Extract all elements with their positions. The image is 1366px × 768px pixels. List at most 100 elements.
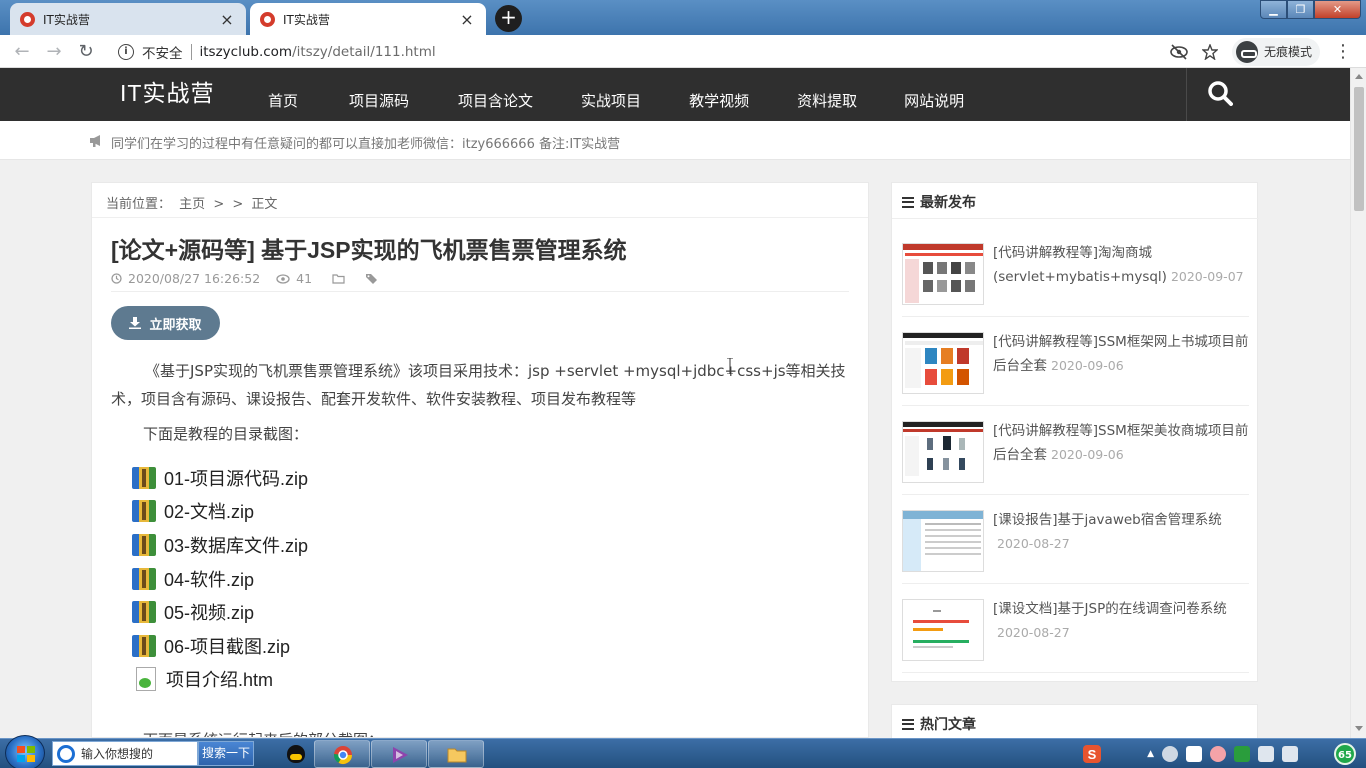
incognito-icon <box>1235 40 1258 63</box>
scrollbar-thumb[interactable] <box>1354 87 1364 211</box>
post-text: [代码讲解教程等]SSM框架美妆商城项目前后台全套 2020-09-06 <box>993 419 1249 467</box>
tray-expand-icon[interactable]: ▲ <box>1147 749 1154 759</box>
browser-menu-icon[interactable]: ⋮ <box>1334 41 1352 62</box>
browser-tab-1[interactable]: IT实战营 × <box>10 3 246 35</box>
eye-slash-icon[interactable] <box>1170 43 1188 60</box>
folder-icon <box>332 273 345 284</box>
taskbar-chrome[interactable] <box>314 740 370 768</box>
post-thumbnail[interactable] <box>902 332 984 394</box>
new-tab-button[interactable]: + <box>495 5 522 32</box>
incognito-label: 无痕模式 <box>1263 45 1312 59</box>
chrome-icon <box>334 746 352 765</box>
forward-button[interactable]: → <box>38 41 70 62</box>
qq-icon[interactable] <box>287 745 305 763</box>
tab-close-icon[interactable]: × <box>218 10 236 29</box>
maximize-window-button[interactable]: ❐ <box>1287 0 1314 19</box>
network-app-icon[interactable] <box>1162 746 1178 762</box>
post-thumbnail[interactable] <box>902 421 984 483</box>
zip-archive-icon <box>132 466 156 489</box>
post-date: 2020-08-27 <box>997 536 1070 551</box>
taskbar-video-app[interactable] <box>371 740 427 768</box>
breadcrumb: 当前位置： 主页 > > 正文 <box>106 193 281 212</box>
bookmark-star-icon[interactable] <box>1201 43 1218 60</box>
post-title-link[interactable]: [代码讲解教程等]淘淘商城(servlet+mybatis+mysql) <box>993 245 1167 285</box>
close-window-button[interactable]: ✕ <box>1314 0 1361 19</box>
toolbar-actions: 无痕模式 ⋮ <box>1170 35 1352 68</box>
file-name: 02-文档.zip <box>164 502 255 523</box>
sogou-ime-icon[interactable]: S <box>1083 745 1102 763</box>
page-scrollbar[interactable] <box>1350 68 1366 738</box>
search-icon[interactable] <box>1207 80 1233 106</box>
windows-taskbar: 输入你想搜的 搜索一下 S ▲ 65 <box>0 735 1366 768</box>
back-button[interactable]: ← <box>6 41 38 62</box>
article-views: 41 <box>296 271 313 286</box>
get-resource-button[interactable]: 立即获取 <box>111 306 220 340</box>
nav-item-source[interactable]: 项目源码 <box>349 90 409 111</box>
post-item[interactable]: [课设文档]基于JSP的在线调查问卷系统 2020-08-27 <box>902 584 1249 673</box>
taskbar-search-button[interactable]: 搜索一下 <box>198 741 254 766</box>
file-item: 01-项目源代码.zip <box>132 461 308 495</box>
article-title: [论文+源码等] 基于JSP实现的飞机票售票管理系统 <box>111 237 627 263</box>
post-thumbnail[interactable] <box>902 599 984 661</box>
start-button[interactable] <box>5 735 45 768</box>
post-title-link[interactable]: [课设文档]基于JSP的在线调查问卷系统 <box>993 601 1227 617</box>
post-item[interactable]: [代码讲解教程等]SSM框架网上书城项目前后台全套 2020-09-06 <box>902 317 1249 406</box>
divider <box>190 43 192 60</box>
file-item: 03-数据库文件.zip <box>132 528 308 562</box>
flag-icon[interactable] <box>1186 746 1202 762</box>
flower-icon[interactable] <box>1210 746 1226 762</box>
file-item: 项目介绍.htm <box>132 663 308 697</box>
list-icon <box>902 196 914 208</box>
volume-icon[interactable] <box>1282 746 1298 762</box>
taskbar-search-input[interactable]: 输入你想搜的 <box>52 741 198 766</box>
post-text: [代码讲解教程等]SSM框架网上书城项目前后台全套 2020-09-06 <box>993 330 1249 378</box>
widget-title: 最新发布 <box>902 192 976 212</box>
article-card: 当前位置： 主页 > > 正文 [论文+源码等] 基于JSP实现的飞机票售票管理… <box>91 182 869 738</box>
breadcrumb-separator: > <box>213 197 225 212</box>
post-text: [代码讲解教程等]淘淘商城(servlet+mybatis+mysql) 2020… <box>993 241 1249 289</box>
scroll-down-icon[interactable] <box>1355 726 1363 731</box>
nav-item-about[interactable]: 网站说明 <box>904 90 964 111</box>
minimize-window-button[interactable]: ▁ <box>1260 0 1287 19</box>
nav-item-home[interactable]: 首页 <box>268 90 298 111</box>
post-item[interactable]: [代码讲解教程等]淘淘商城(servlet+mybatis+mysql) 2020… <box>902 228 1249 317</box>
survey-system-screenshot-thumbnail <box>913 610 969 648</box>
info-icon[interactable]: i <box>118 43 134 60</box>
nav-item-thesis[interactable]: 项目含论文 <box>458 90 533 111</box>
network-icon[interactable] <box>1258 746 1274 762</box>
nav-item-resources[interactable]: 资料提取 <box>797 90 857 111</box>
post-item[interactable]: [课设报告]基于javaweb宿舍管理系统 2020-08-27 <box>902 495 1249 584</box>
dorm-system-screenshot-thumbnail <box>903 511 983 571</box>
post-thumbnail[interactable] <box>902 243 984 305</box>
notice-bar: 同学们在学习的过程中有任意疑问的都可以直接加老师微信：itzy666666 备注… <box>0 121 1350 160</box>
browser-tab-2[interactable]: IT实战营 × <box>250 3 486 35</box>
windows-logo-icon <box>17 746 35 762</box>
security-label[interactable]: 不安全 <box>142 42 183 62</box>
site-logo[interactable]: IT实战营 <box>120 74 214 108</box>
download-icon <box>129 317 142 329</box>
post-title-link[interactable]: [课设报告]基于javaweb宿舍管理系统 <box>993 512 1222 528</box>
post-date: 2020-09-06 <box>1051 447 1124 462</box>
scroll-up-icon[interactable] <box>1355 74 1363 79</box>
address-bar[interactable]: i 不安全 itszyclub.com/itszy/detail/111.htm… <box>110 39 1230 64</box>
nav-item-video[interactable]: 教学视频 <box>689 90 749 111</box>
site-favicon-icon <box>20 11 35 27</box>
reload-button[interactable]: ↻ <box>70 41 102 62</box>
site-favicon-icon <box>260 11 275 27</box>
header-search <box>1186 68 1350 121</box>
post-thumbnail[interactable] <box>902 510 984 572</box>
notice-text: 同学们在学习的过程中有任意疑问的都可以直接加老师微信：itzy666666 备注… <box>111 137 621 152</box>
zip-archive-icon <box>132 500 156 523</box>
ve-icon[interactable] <box>1234 746 1250 762</box>
nav-item-practice[interactable]: 实战项目 <box>581 90 641 111</box>
performance-badge[interactable]: 65 <box>1334 743 1356 765</box>
post-item[interactable]: [代码讲解教程等]SSM框架美妆商城项目前后台全套 2020-09-06 <box>902 406 1249 495</box>
file-list: 01-项目源代码.zip 02-文档.zip 03-数据库文件.zip 04-软… <box>132 461 308 696</box>
file-name: 01-项目源代码.zip <box>164 468 309 489</box>
folder-icon <box>447 748 467 763</box>
breadcrumb-home-link[interactable]: 主页 <box>179 197 205 212</box>
tab-close-icon[interactable]: × <box>458 10 476 29</box>
taskbar-explorer[interactable] <box>428 740 484 768</box>
url-path: /itszy/detail/111.html <box>292 43 436 60</box>
incognito-indicator[interactable]: 无痕模式 <box>1231 37 1320 66</box>
